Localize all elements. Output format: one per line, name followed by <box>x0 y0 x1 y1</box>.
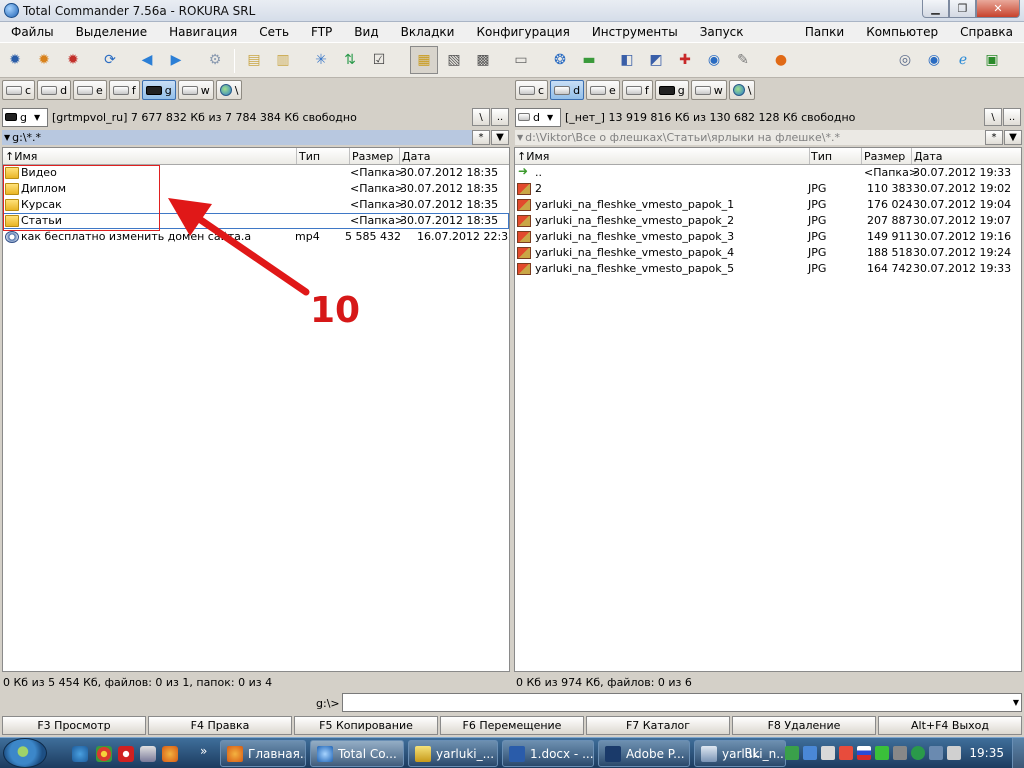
annotation-arrow <box>168 198 310 296</box>
firefox-icon <box>227 745 243 762</box>
language-indicator[interactable]: RL <box>744 746 759 760</box>
image-viewer-icon <box>415 745 431 762</box>
opera-icon[interactable] <box>118 746 134 762</box>
tray-icon[interactable] <box>803 746 818 760</box>
show-desktop-button[interactable] <box>1012 738 1024 768</box>
start-button[interactable] <box>3 738 47 768</box>
network-icon[interactable] <box>929 746 944 760</box>
flag-icon[interactable] <box>857 746 872 760</box>
total-commander-icon <box>317 745 333 762</box>
taskbar: » Главная... Total Co... yarluki_... 1.d… <box>0 737 1024 768</box>
word-icon <box>509 745 525 762</box>
tray-icon[interactable] <box>821 746 836 760</box>
photoshop-icon <box>605 745 621 762</box>
annotation-number: 10 <box>310 290 361 331</box>
firefox-icon[interactable] <box>162 746 178 762</box>
app-icon[interactable] <box>140 746 156 762</box>
explorer-icon[interactable] <box>72 746 88 762</box>
more-quicklaunch-icon[interactable]: » <box>200 744 207 758</box>
tray-icon[interactable] <box>785 746 800 760</box>
task-photoshop[interactable]: Adobe P... <box>598 740 690 767</box>
task-word[interactable]: 1.docx - ... <box>502 740 594 767</box>
chrome-icon[interactable] <box>96 746 112 762</box>
task-yarluki[interactable]: yarluki_... <box>408 740 498 767</box>
info-icon[interactable] <box>911 746 926 760</box>
task-firefox[interactable]: Главная... <box>220 740 306 767</box>
task-total-commander[interactable]: Total Co... <box>310 740 404 767</box>
tray-icon[interactable] <box>893 746 908 760</box>
volume-icon[interactable] <box>947 746 962 760</box>
window-icon <box>701 745 717 762</box>
tray-icon[interactable] <box>875 746 890 760</box>
system-tray: RL 19:35 <box>744 738 1024 768</box>
tray-icon[interactable] <box>839 746 854 760</box>
clock[interactable]: 19:35 <box>969 746 1004 760</box>
